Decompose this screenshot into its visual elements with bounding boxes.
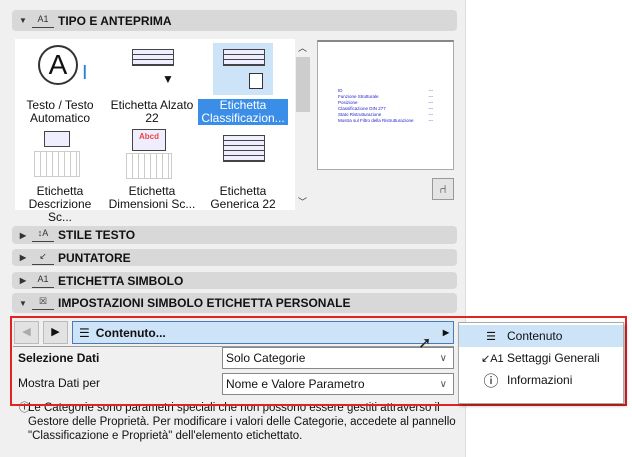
classification-label-icon xyxy=(213,43,273,95)
grid-item-alzato[interactable]: ▼ Etichetta Alzato 22 xyxy=(107,43,197,125)
expanded-triangle-icon: ▼ xyxy=(19,298,27,308)
info-note: ⓘ Le Categorie sono parametri speciali c… xyxy=(19,402,456,442)
label-type-icon: A1 xyxy=(32,14,54,28)
text-style-icon: ↕A xyxy=(32,228,54,242)
info-icon: ⓘ xyxy=(483,372,499,390)
mouse-cursor-icon: ➚ xyxy=(418,335,432,352)
label-type-grid: AI Testo / Testo Automatico ▼ Etichetta A… xyxy=(15,39,295,224)
description-label-icon xyxy=(30,129,90,181)
menu-item-contenuto[interactable]: ☰ Contenuto xyxy=(459,325,623,347)
page-popup-menu: ☰ Contenuto ↙A1 Settaggi Generali ⓘ Informa… xyxy=(458,322,624,404)
list-icon: ☰ xyxy=(486,330,496,343)
menu-item-settaggi-generali[interactable]: ↙A1 Settaggi Generali xyxy=(459,347,623,369)
section-tipo-anteprima[interactable]: ▼ A1 TIPO E ANTEPRIMA xyxy=(12,10,457,31)
expanded-triangle-icon: ▼ xyxy=(19,16,27,25)
grid-item-dimensioni[interactable]: Abcd Etichetta Dimensioni Sc... xyxy=(107,129,197,211)
pointer-icon: ↙ xyxy=(32,251,54,265)
section-etichetta-simbolo[interactable]: ▶ A1 ETICHETTA SIMBOLO xyxy=(12,272,457,289)
label-preview: ID --- Funzione Strutturale --- Posizione -… xyxy=(317,40,454,170)
general-settings-icon: ↙A1 xyxy=(481,352,504,365)
section-impostazioni[interactable]: ▼ ☒ IMPOSTAZIONI SIMBOLO ETICHETTA PERSO… xyxy=(12,293,457,313)
scroll-up-icon[interactable]: ︿ xyxy=(298,41,307,54)
chair-view-icon: ⑁ xyxy=(439,182,447,196)
grid-item-descrizione[interactable]: Etichetta Descrizione Sc... xyxy=(15,129,105,224)
grid-item-generica[interactable]: Etichetta Generica 22 xyxy=(198,129,288,211)
grid-item-classificazione[interactable]: Etichetta Classificazion... xyxy=(198,43,288,125)
custom-settings-icon: ☒ xyxy=(32,296,54,310)
grid-item-testo[interactable]: AI Testo / Testo Automatico xyxy=(15,43,105,125)
text-auto-icon: AI xyxy=(30,43,90,95)
menu-item-informazioni[interactable]: ⓘ Informazioni xyxy=(459,369,623,391)
generic-label-icon xyxy=(213,129,273,181)
section-puntatore[interactable]: ▶ ↙ PUNTATORE xyxy=(12,249,457,266)
grid-scrollbar[interactable]: ︿ ﹀ xyxy=(296,39,310,210)
collapsed-triangle-icon: ▶ xyxy=(19,253,27,262)
scroll-thumb[interactable] xyxy=(296,57,310,112)
dimensions-label-icon: Abcd xyxy=(122,129,182,181)
scroll-down-icon[interactable]: ﹀ xyxy=(298,195,307,208)
collapsed-triangle-icon: ▶ xyxy=(19,276,27,285)
elevation-label-icon: ▼ xyxy=(122,43,182,95)
section-stile-testo[interactable]: ▶ ↕A STILE TESTO xyxy=(12,226,457,244)
preview-mode-button[interactable]: ⑁ xyxy=(432,178,454,200)
symbol-label-icon: A1 xyxy=(32,274,54,288)
collapsed-triangle-icon: ▶ xyxy=(19,230,27,240)
